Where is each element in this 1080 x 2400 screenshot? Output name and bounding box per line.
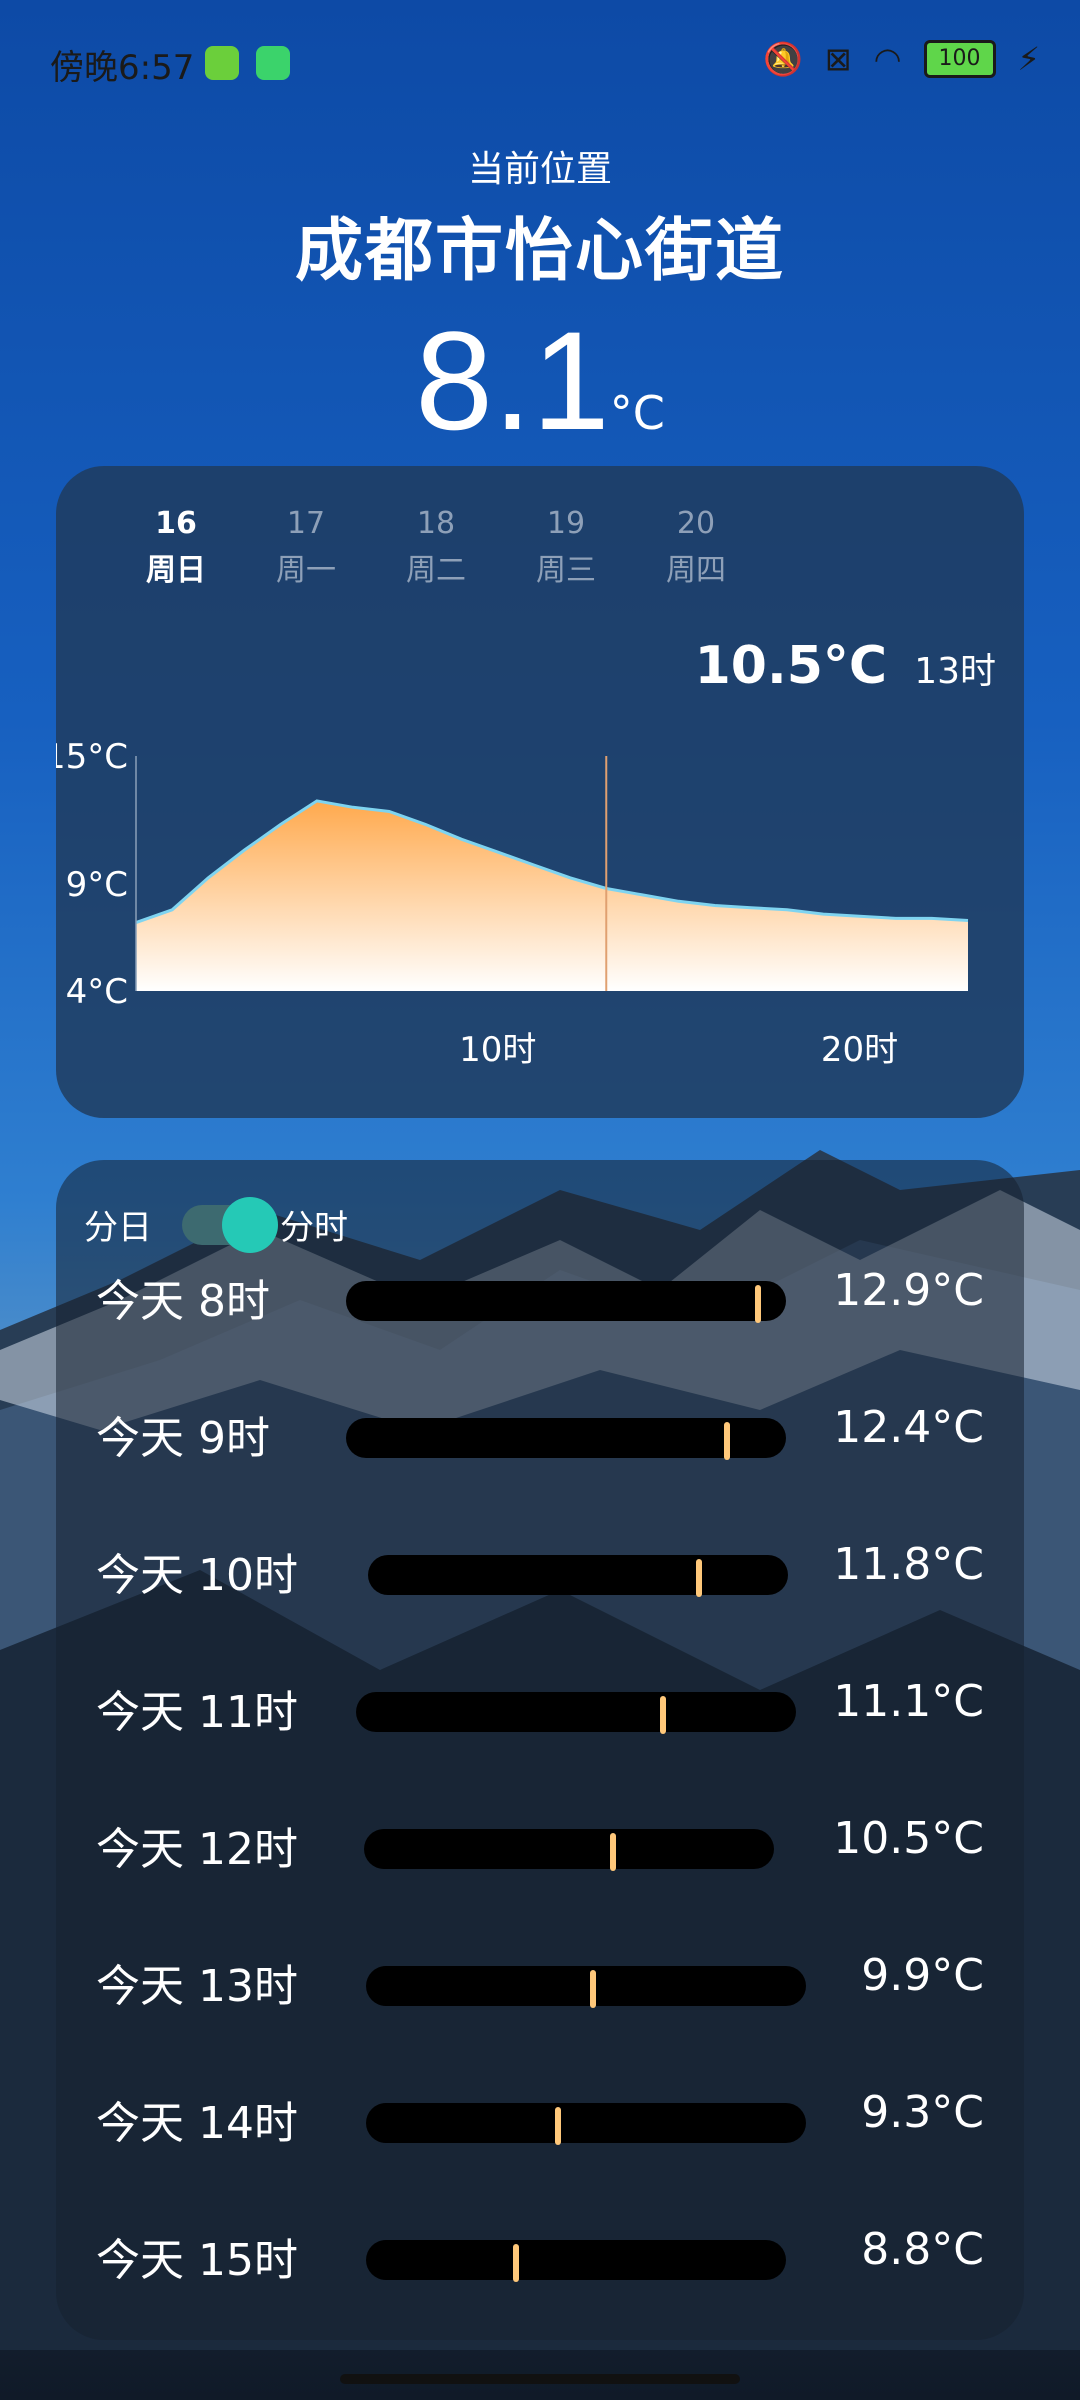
toggle-day-label[interactable]: 分日 [84,1200,152,1249]
day-weekday: 周三 [536,553,596,588]
hourly-row[interactable]: 今天 12时 10.5°C [56,1813,1024,1893]
y-tick-label: 9°C [66,865,128,905]
view-switch[interactable] [182,1196,278,1253]
hourly-time-label: 今天 15时 [96,2235,298,2286]
day-weekday: 周一 [276,553,336,588]
day-tab-16[interactable]: 16 周日 [116,506,236,589]
temperature-range-bar [356,1692,796,1734]
day-weekday: 周日 [146,553,206,588]
hourly-row[interactable]: 今天 9时 12.4°C [56,1402,1024,1482]
switch-knob [222,1196,278,1253]
temperature-range-bar [346,1418,786,1460]
hourly-time-label: 今天 13时 [96,1961,298,2012]
temperature-range-bar [364,1829,774,1871]
y-tick-label: 15°C [56,737,128,777]
temperature-area [136,800,968,991]
no-sim-icon: ⊠ [824,40,852,78]
day-number: 20 [676,506,716,541]
temperature-range-bar [368,1555,788,1597]
hourly-temp-value: 12.9°C [833,1265,984,1316]
hourly-temp-value: 12.4°C [833,1402,984,1453]
temperature-marker [610,1833,616,1871]
temperature-marker [590,1970,597,2008]
temperature-marker [724,1422,731,1460]
day-number: 18 [416,506,456,541]
hourly-time-label: 今天 10时 [96,1550,298,1601]
current-temp-unit: °C [609,386,665,440]
day-number: 16 [155,506,197,541]
y-tick-label: 4°C [66,972,128,1012]
hourly-time-label: 今天 8时 [96,1276,270,1327]
current-temp-value: 8.1 [415,302,610,459]
selected-hour: 13时 [914,651,996,692]
temperature-range-bar [366,2240,786,2282]
temperature-marker [555,2107,562,2145]
battery-icon: 100 [923,40,996,78]
hourly-temp-value: 10.5°C [833,1813,984,1864]
hourly-time-label: 今天 14时 [96,2098,298,2149]
location-label: 当前位置 [467,149,612,190]
hourly-row[interactable]: 今天 10时 11.8°C [56,1539,1024,1619]
hourly-row[interactable]: 今天 11时 11.1°C [56,1676,1024,1756]
app-notification-icon [205,46,239,80]
hourly-row[interactable]: 今天 13时 9.9°C [56,1950,1024,2030]
hourly-time-label: 今天 12时 [96,1824,298,1875]
location-name[interactable]: 成都市怡心街道 [0,195,1080,294]
view-toggle[interactable]: 分日 分时 [84,1196,348,1253]
hourly-row[interactable]: 今天 8时 12.9°C [56,1265,1024,1345]
day-weekday: 周四 [666,553,726,588]
hourly-temp-value: 9.3°C [861,2087,984,2138]
hourly-time-label: 今天 9时 [96,1413,270,1464]
charging-icon: ⚡ [1017,40,1040,78]
hourly-temp-value: 11.1°C [833,1676,984,1727]
selected-point-readout: 10.5°C 13时 [695,636,996,696]
temperature-marker [513,2244,519,2282]
x-tick-label: 20时 [821,1030,898,1070]
android-notification-icon [256,46,290,80]
day-tab-20[interactable]: 20 周四 [636,506,756,589]
temperature-range-bar [346,1281,786,1323]
current-temperature: 8.1°C [0,300,1080,462]
temperature-chart-card: 16 周日 17 周一 18 周二 19 周三 20 周四 10.5°C 13时 15°C 9°C 4… [56,466,1024,1118]
status-time: 傍晚6:57 [50,48,195,88]
day-tab-18[interactable]: 18 周二 [376,506,496,589]
hourly-temp-value: 8.8°C [861,2224,984,2275]
home-indicator[interactable] [340,2374,740,2384]
hourly-row[interactable]: 今天 15时 8.8°C [56,2224,1024,2304]
day-tab-17[interactable]: 17 周一 [246,506,366,589]
hourly-row[interactable]: 今天 14时 9.3°C [56,2087,1024,2167]
temperature-marker [659,1696,666,1734]
day-tab-19[interactable]: 19 周三 [506,506,626,589]
selected-temp: 10.5°C [694,636,888,696]
hourly-time-label: 今天 11时 [96,1687,298,1738]
x-tick-label: 10时 [459,1030,536,1070]
toggle-hour-label[interactable]: 分时 [280,1200,348,1249]
hourly-temp-value: 11.8°C [833,1539,984,1590]
day-number: 19 [546,506,586,541]
hourly-list-card: 分日 分时 今天 8时 12.9°C 今天 9时 12.4°C 今天 10时 11.8°C… [56,1160,1024,2340]
status-icons: 🔕 ⊠ ◠ 100 ⚡ [763,40,1040,78]
hourly-temp-value: 9.9°C [861,1950,984,2001]
day-weekday: 周二 [406,553,466,588]
day-number: 17 [286,506,326,541]
temperature-area-chart[interactable]: 15°C 9°C 4°C 10时 20时 [56,716,1024,1096]
mute-icon: 🔕 [762,40,803,78]
wifi-icon: ◠ [873,40,902,78]
status-bar: 傍晚6:57 🔕 ⊠ ◠ 100 ⚡ [50,40,1040,90]
temperature-marker [755,1285,762,1323]
temperature-range-bar [366,2103,806,2145]
temperature-range-bar [366,1966,806,2008]
temperature-marker [695,1559,702,1597]
